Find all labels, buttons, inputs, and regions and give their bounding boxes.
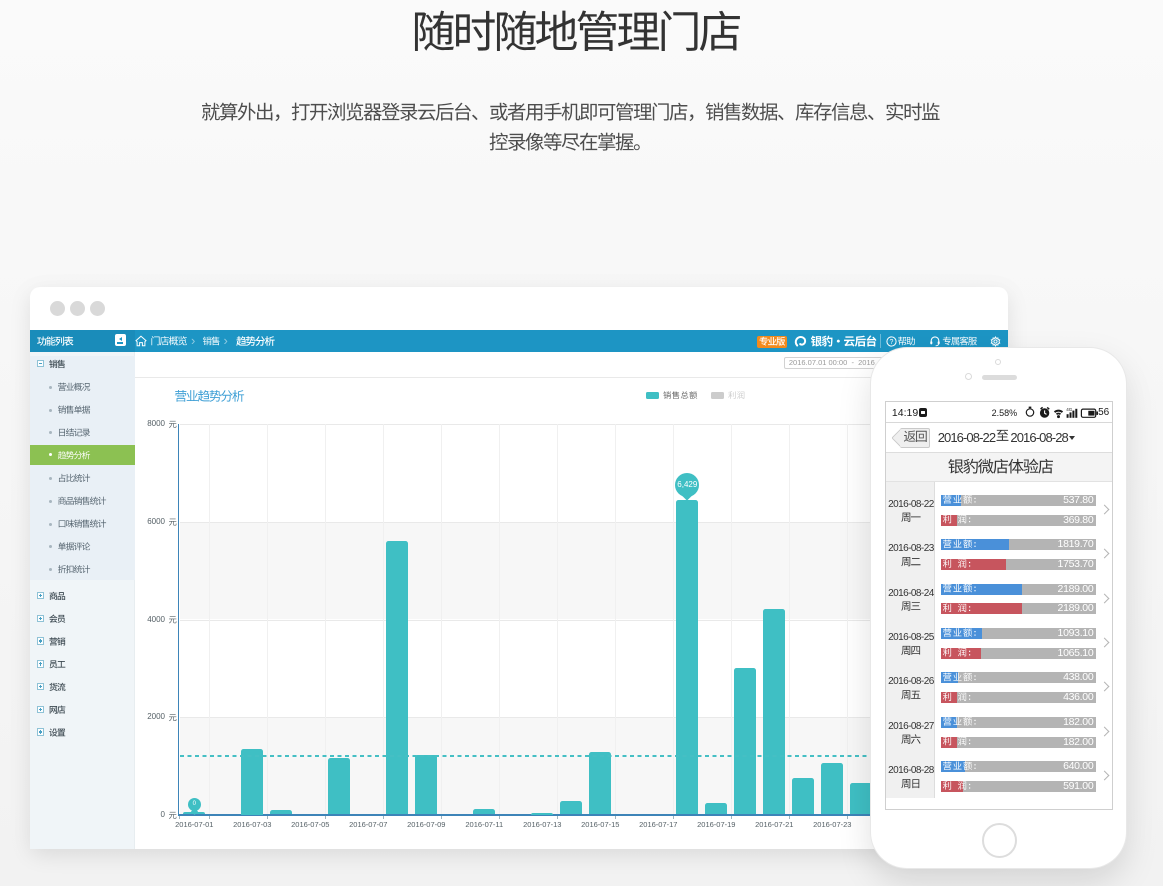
svg-text:4G: 4G bbox=[1066, 408, 1073, 413]
